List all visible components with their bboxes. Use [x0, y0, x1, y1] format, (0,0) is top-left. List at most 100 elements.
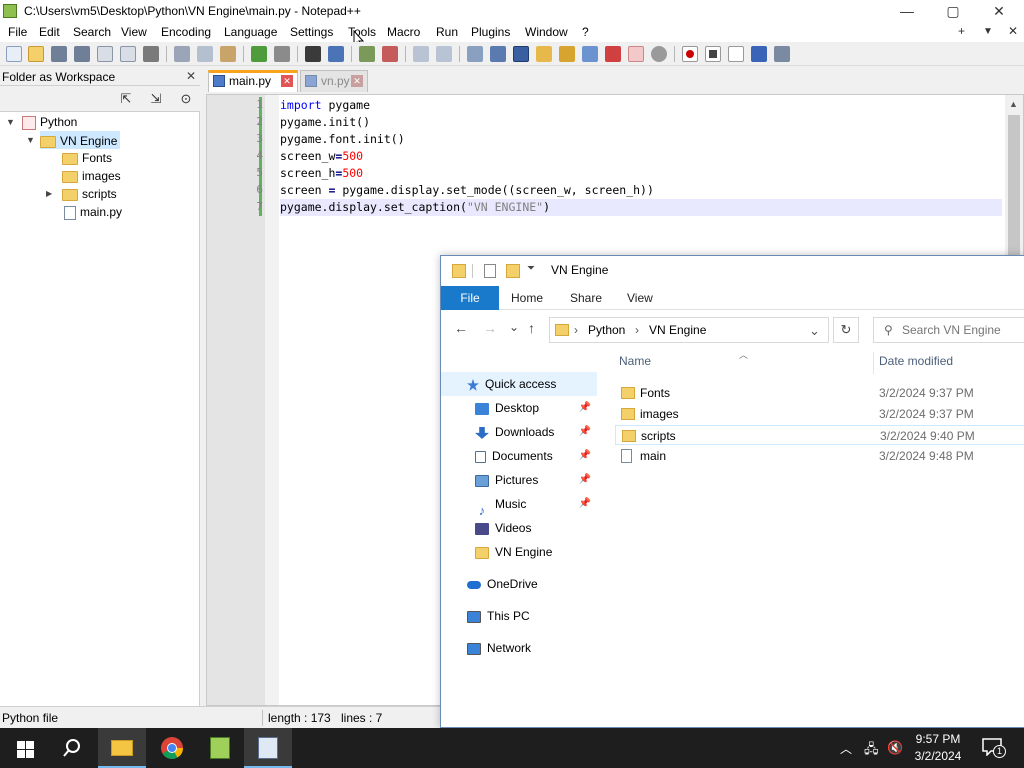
expanded-arrow-icon[interactable]: ▼: [6, 113, 15, 131]
save-all-icon[interactable]: [74, 46, 90, 62]
column-header-name[interactable]: Name: [619, 354, 651, 374]
nav-documents[interactable]: Documents 📌: [441, 444, 597, 468]
expand-all-icon[interactable]: ⇲: [147, 90, 165, 108]
tree-item-images[interactable]: images: [62, 167, 121, 185]
new-tab-icon[interactable]: +: [958, 24, 965, 38]
tab-list-icon[interactable]: ▼: [983, 26, 993, 37]
replace-icon[interactable]: [328, 46, 344, 62]
new-file-icon[interactable]: [6, 46, 22, 62]
search-box[interactable]: ⚲: [873, 317, 1024, 343]
menu-language[interactable]: Language: [224, 25, 277, 39]
collapse-all-icon[interactable]: ⇱: [117, 90, 135, 108]
zoom-in-icon[interactable]: [359, 46, 375, 62]
file-row[interactable]: images 3/2/2024 9:37 PM: [615, 404, 1024, 424]
tab-main-py[interactable]: main.py ✕: [208, 70, 298, 92]
column-header-date-modified[interactable]: Date modified: [879, 354, 953, 374]
eye-icon[interactable]: [651, 46, 667, 62]
print-icon[interactable]: [143, 46, 159, 62]
taskbar-file-explorer[interactable]: [98, 728, 146, 768]
tree-item-fonts[interactable]: Fonts: [62, 149, 112, 167]
monitoring-icon[interactable]: [628, 46, 644, 62]
close-all-icon[interactable]: [120, 46, 136, 62]
pin-icon[interactable]: 📌: [579, 468, 591, 492]
file-row-selected[interactable]: scripts 3/2/2024 9:40 PM: [615, 425, 1024, 445]
sync-vertical-icon[interactable]: [413, 46, 429, 62]
breadcrumb-separator[interactable]: ›: [574, 323, 578, 337]
nav-downloads[interactable]: Downloads 📌: [441, 420, 597, 444]
start-button[interactable]: [0, 728, 48, 768]
nav-network[interactable]: Network: [441, 636, 597, 660]
nav-this-pc[interactable]: This PC: [441, 604, 597, 628]
new-folder-icon[interactable]: [506, 264, 520, 278]
pin-icon[interactable]: 📌: [579, 420, 591, 444]
undo-icon[interactable]: [251, 46, 267, 62]
menu-search[interactable]: Search: [73, 25, 111, 39]
locate-file-icon[interactable]: ⊙: [177, 90, 195, 108]
close-doc-icon[interactable]: ✕: [1008, 24, 1018, 38]
close-file-icon[interactable]: [97, 46, 113, 62]
menu-file[interactable]: File: [8, 25, 27, 39]
customize-quick-access-icon[interactable]: ⏷: [527, 263, 535, 277]
nav-pictures[interactable]: Pictures 📌: [441, 468, 597, 492]
search-input[interactable]: [902, 320, 1024, 340]
find-icon[interactable]: [305, 46, 321, 62]
scroll-thumb[interactable]: [1008, 115, 1020, 255]
breadcrumb-separator[interactable]: ›: [635, 323, 639, 337]
close-button[interactable]: ✕: [976, 0, 1022, 22]
word-wrap-icon[interactable]: [467, 46, 483, 62]
ribbon-tab-share[interactable]: Share: [570, 286, 602, 310]
tab-close-icon[interactable]: ✕: [281, 75, 293, 87]
collapsed-arrow-icon[interactable]: ▶: [46, 185, 52, 203]
tab-vn-py[interactable]: vn.py ✕: [300, 70, 368, 92]
menu-view[interactable]: View: [121, 25, 147, 39]
show-hidden-icons-icon[interactable]: ︿: [840, 740, 852, 757]
function-list-icon[interactable]: [582, 46, 598, 62]
ribbon-tab-file[interactable]: File: [441, 286, 499, 310]
copy-icon[interactable]: [197, 46, 213, 62]
zoom-out-icon[interactable]: [382, 46, 398, 62]
menu-settings[interactable]: Settings: [290, 25, 333, 39]
file-row[interactable]: main 3/2/2024 9:48 PM: [615, 446, 1024, 466]
menu-run[interactable]: Run: [436, 25, 458, 39]
tree-item-vn-engine[interactable]: ▼ VN Engine: [26, 131, 121, 149]
menu-edit[interactable]: Edit: [39, 25, 60, 39]
clock-date[interactable]: 3/2/2024: [908, 749, 968, 763]
nav-videos[interactable]: Videos: [441, 516, 597, 540]
tab-close-icon[interactable]: ✕: [351, 75, 363, 87]
up-icon[interactable]: ↑: [528, 320, 535, 336]
nav-vn-engine[interactable]: VN Engine: [441, 540, 597, 564]
clock-time[interactable]: 9:57 PM: [908, 732, 968, 746]
doc-map-icon[interactable]: [559, 46, 575, 62]
file-row[interactable]: Fonts 3/2/2024 9:37 PM: [615, 383, 1024, 403]
save-icon[interactable]: [51, 46, 67, 62]
network-status-icon[interactable]: 🖧: [864, 740, 879, 762]
tree-item-python[interactable]: ▼ Python: [6, 113, 77, 131]
show-all-chars-icon[interactable]: [490, 46, 506, 62]
expanded-arrow-icon[interactable]: ▼: [26, 131, 35, 149]
volume-muted-icon[interactable]: 🔇: [887, 740, 903, 756]
breadcrumb-python[interactable]: Python: [588, 323, 625, 337]
menu-encoding[interactable]: Encoding: [161, 25, 211, 39]
sync-horizontal-icon[interactable]: [436, 46, 452, 62]
tree-item-main-py[interactable]: main.py: [64, 203, 122, 221]
cut-icon[interactable]: [174, 46, 190, 62]
address-dropdown-icon[interactable]: ⌄: [809, 323, 820, 339]
scroll-up-icon[interactable]: ▲: [1009, 99, 1018, 109]
breadcrumb-vn-engine[interactable]: VN Engine: [649, 323, 706, 337]
pin-icon[interactable]: 📌: [579, 444, 591, 468]
minimize-button[interactable]: —: [884, 0, 930, 22]
nav-onedrive[interactable]: OneDrive: [441, 572, 597, 596]
back-icon[interactable]: ←: [454, 320, 468, 336]
workspace-close-icon[interactable]: ✕: [186, 69, 196, 83]
menu-window[interactable]: Window: [525, 25, 568, 39]
play-macro-icon[interactable]: [728, 46, 744, 62]
pin-icon[interactable]: 📌: [579, 492, 591, 516]
action-center-button[interactable]: 1: [978, 736, 1008, 760]
redo-icon[interactable]: [274, 46, 290, 62]
ribbon-tab-view[interactable]: View: [627, 286, 653, 310]
save-macro-icon[interactable]: [774, 46, 790, 62]
taskbar-notepadpp-active[interactable]: [244, 728, 292, 768]
menu-help[interactable]: ?: [582, 25, 589, 39]
record-macro-icon[interactable]: [682, 46, 698, 62]
refresh-icon[interactable]: ↻: [833, 317, 859, 343]
